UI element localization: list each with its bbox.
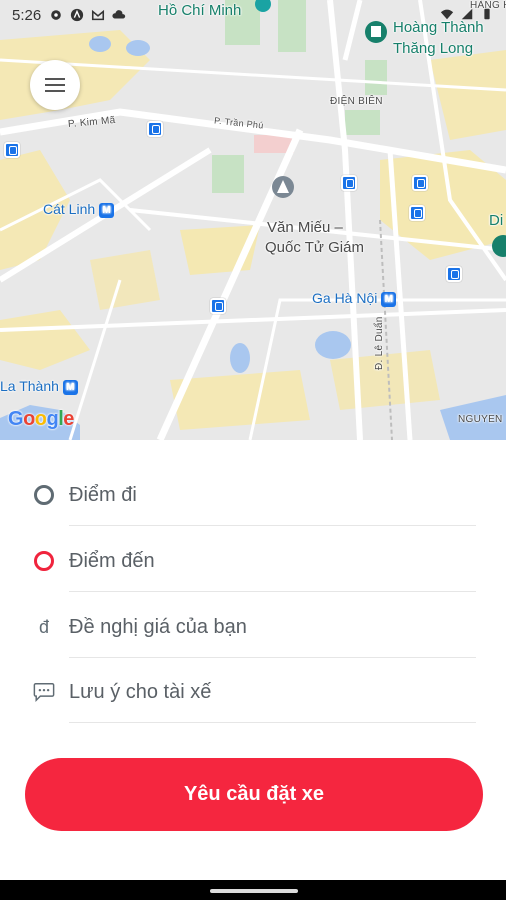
pickup-field[interactable]: Điểm đi xyxy=(0,462,506,528)
map-view[interactable]: Hồ Chí Minh Hoàng Thành Thăng Long ĐIỆN … xyxy=(0,0,506,440)
status-time: 5:26 xyxy=(12,6,42,24)
gear-icon xyxy=(51,10,62,20)
bus-stop-icon[interactable] xyxy=(409,205,425,221)
pickup-placeholder: Điểm đi xyxy=(69,483,137,506)
gmail-icon xyxy=(92,9,105,21)
train-station-icon: M xyxy=(381,291,397,307)
map-label-le-duan: Đ. Lê Duẩn xyxy=(374,316,385,370)
booking-form: Điểm đi Điểm đến đ Đề nghị giá của bạn L… xyxy=(0,440,506,900)
driver-note-placeholder: Lưu ý cho tài xế xyxy=(69,680,212,703)
map-label-di: Di xyxy=(489,212,504,229)
price-offer-placeholder: Đề nghị giá của bạn xyxy=(69,615,247,638)
menu-button[interactable] xyxy=(30,60,80,110)
divider xyxy=(69,591,476,592)
bus-stop-icon[interactable] xyxy=(341,175,357,191)
divider xyxy=(69,657,476,658)
signal-icon xyxy=(461,8,473,20)
driver-note-field[interactable]: Lưu ý cho tài xế xyxy=(0,659,506,725)
currency-dong-icon: đ xyxy=(38,616,49,637)
bus-stop-icon[interactable] xyxy=(446,266,462,282)
dropoff-placeholder: Điểm đến xyxy=(69,549,155,572)
map-label-quoc-tu-giam: Quốc Tử Giám xyxy=(265,239,364,256)
map-label-cat-linh: Cát Linh M xyxy=(43,201,115,218)
price-offer-field[interactable]: đ Đề nghị giá của bạn xyxy=(0,594,506,660)
map-label-la-thanh: La Thành M xyxy=(0,378,78,395)
divider xyxy=(69,525,476,526)
home-gesture-handle[interactable] xyxy=(210,889,298,893)
metro-icon: M xyxy=(99,202,115,218)
map-label-van-mieu: Văn Miếu – xyxy=(267,219,343,236)
a-circle-icon xyxy=(71,8,84,22)
system-nav-bar xyxy=(0,880,506,900)
map-label-thang-long: Thăng Long xyxy=(393,40,474,57)
dropoff-marker-icon xyxy=(34,551,54,571)
map-label-ga-ha-noi: Ga Hà Nội M xyxy=(312,290,397,307)
google-logo: Google xyxy=(8,408,74,430)
dropoff-field[interactable]: Điểm đến xyxy=(0,528,506,594)
cloud-icon xyxy=(112,10,126,19)
divider xyxy=(69,722,476,723)
map-canvas xyxy=(0,0,506,440)
wifi-icon xyxy=(440,9,454,20)
map-label-nguyen: NGUYEN xyxy=(458,414,503,425)
hamburger-icon xyxy=(45,78,65,92)
bus-stop-icon[interactable] xyxy=(210,298,226,314)
bus-stop-icon[interactable] xyxy=(4,142,20,158)
request-ride-button[interactable]: Yêu cầu đặt xe xyxy=(25,758,483,831)
pickup-marker-icon xyxy=(34,485,54,505)
bus-stop-icon[interactable] xyxy=(147,121,163,137)
metro-icon: M xyxy=(62,379,78,395)
map-label-dien-bien: ĐIỆN BIÊN xyxy=(330,96,383,107)
chat-bubble-icon xyxy=(33,683,55,703)
status-bar: 5:26 xyxy=(0,0,506,30)
bus-stop-icon[interactable] xyxy=(412,175,428,191)
battery-icon xyxy=(484,8,490,20)
